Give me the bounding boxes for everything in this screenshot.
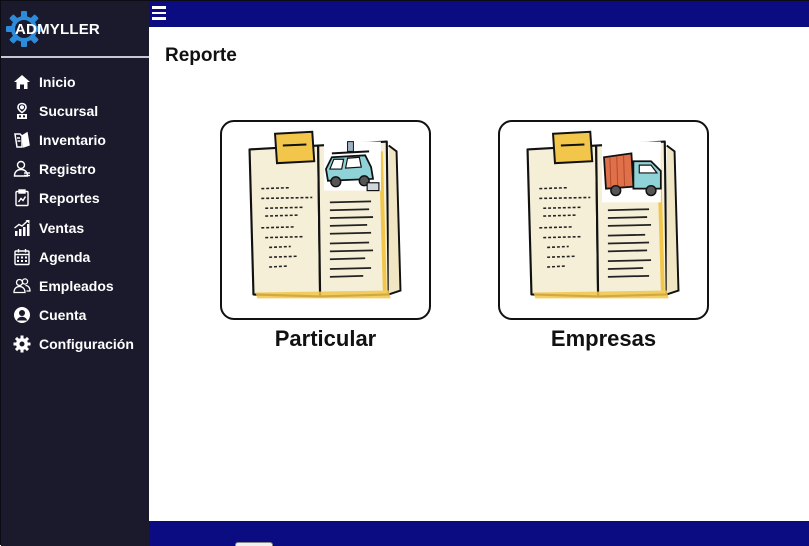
sidebar-item-inventario[interactable]: Inventario xyxy=(1,125,149,154)
top-bar xyxy=(149,1,809,27)
sidebar-item-label: Agenda xyxy=(39,248,91,265)
page-title: Reporte xyxy=(165,45,237,66)
sidebar: ADMYLLER Inicio Sucursal Inventario Regi… xyxy=(1,1,149,546)
sales-chart-icon xyxy=(13,219,31,237)
sidebar-item-label: Inventario xyxy=(39,131,106,148)
gear-icon xyxy=(13,335,31,353)
report-icon xyxy=(13,189,31,207)
sidebar-divider xyxy=(1,56,149,58)
sidebar-item-reportes[interactable]: Reportes xyxy=(1,184,149,213)
sidebar-item-label: Sucursal xyxy=(39,102,99,119)
sidebar-nav: Inicio Sucursal Inventario Registro Repo… xyxy=(1,67,149,359)
inventory-icon xyxy=(13,131,31,149)
sidebar-item-inicio[interactable]: Inicio xyxy=(1,67,149,96)
particular-label[interactable]: Particular xyxy=(220,326,431,352)
branch-icon xyxy=(13,102,31,120)
sidebar-item-configuracion[interactable]: Configuración xyxy=(1,330,149,359)
sidebar-item-label: Empleados xyxy=(39,277,114,294)
user-register-icon xyxy=(13,160,31,178)
bottom-tab-handle[interactable] xyxy=(235,542,273,546)
employees-icon xyxy=(13,277,31,295)
sidebar-item-empleados[interactable]: Empleados xyxy=(1,271,149,300)
sidebar-item-agenda[interactable]: Agenda xyxy=(1,242,149,271)
main-content: Reporte Particular Empresas xyxy=(149,27,809,521)
home-icon xyxy=(13,73,31,91)
sidebar-item-cuenta[interactable]: Cuenta xyxy=(1,301,149,330)
app-window: ADMYLLER Inicio Sucursal Inventario Regi… xyxy=(0,0,809,546)
sidebar-item-label: Registro xyxy=(39,161,96,178)
report-book-truck-icon xyxy=(526,130,680,299)
sidebar-item-ventas[interactable]: Ventas xyxy=(1,213,149,242)
empresas-report-card[interactable] xyxy=(498,120,709,320)
brand-name: ADMYLLER xyxy=(15,20,100,38)
sidebar-item-label: Cuenta xyxy=(39,307,87,324)
report-book-car-icon xyxy=(248,130,402,299)
sidebar-item-sucursal[interactable]: Sucursal xyxy=(1,96,149,125)
hamburger-icon[interactable] xyxy=(152,6,167,21)
sidebar-item-registro[interactable]: Registro xyxy=(1,155,149,184)
sidebar-item-label: Configuración xyxy=(39,336,134,353)
sidebar-item-label: Ventas xyxy=(39,219,85,236)
sidebar-item-label: Inicio xyxy=(39,73,76,90)
account-icon xyxy=(13,306,31,324)
particular-report-card[interactable] xyxy=(220,120,431,320)
calendar-icon xyxy=(13,248,31,266)
empresas-label[interactable]: Empresas xyxy=(498,326,709,352)
sidebar-item-label: Reportes xyxy=(39,190,100,207)
brand-logo[interactable]: ADMYLLER xyxy=(6,9,100,49)
